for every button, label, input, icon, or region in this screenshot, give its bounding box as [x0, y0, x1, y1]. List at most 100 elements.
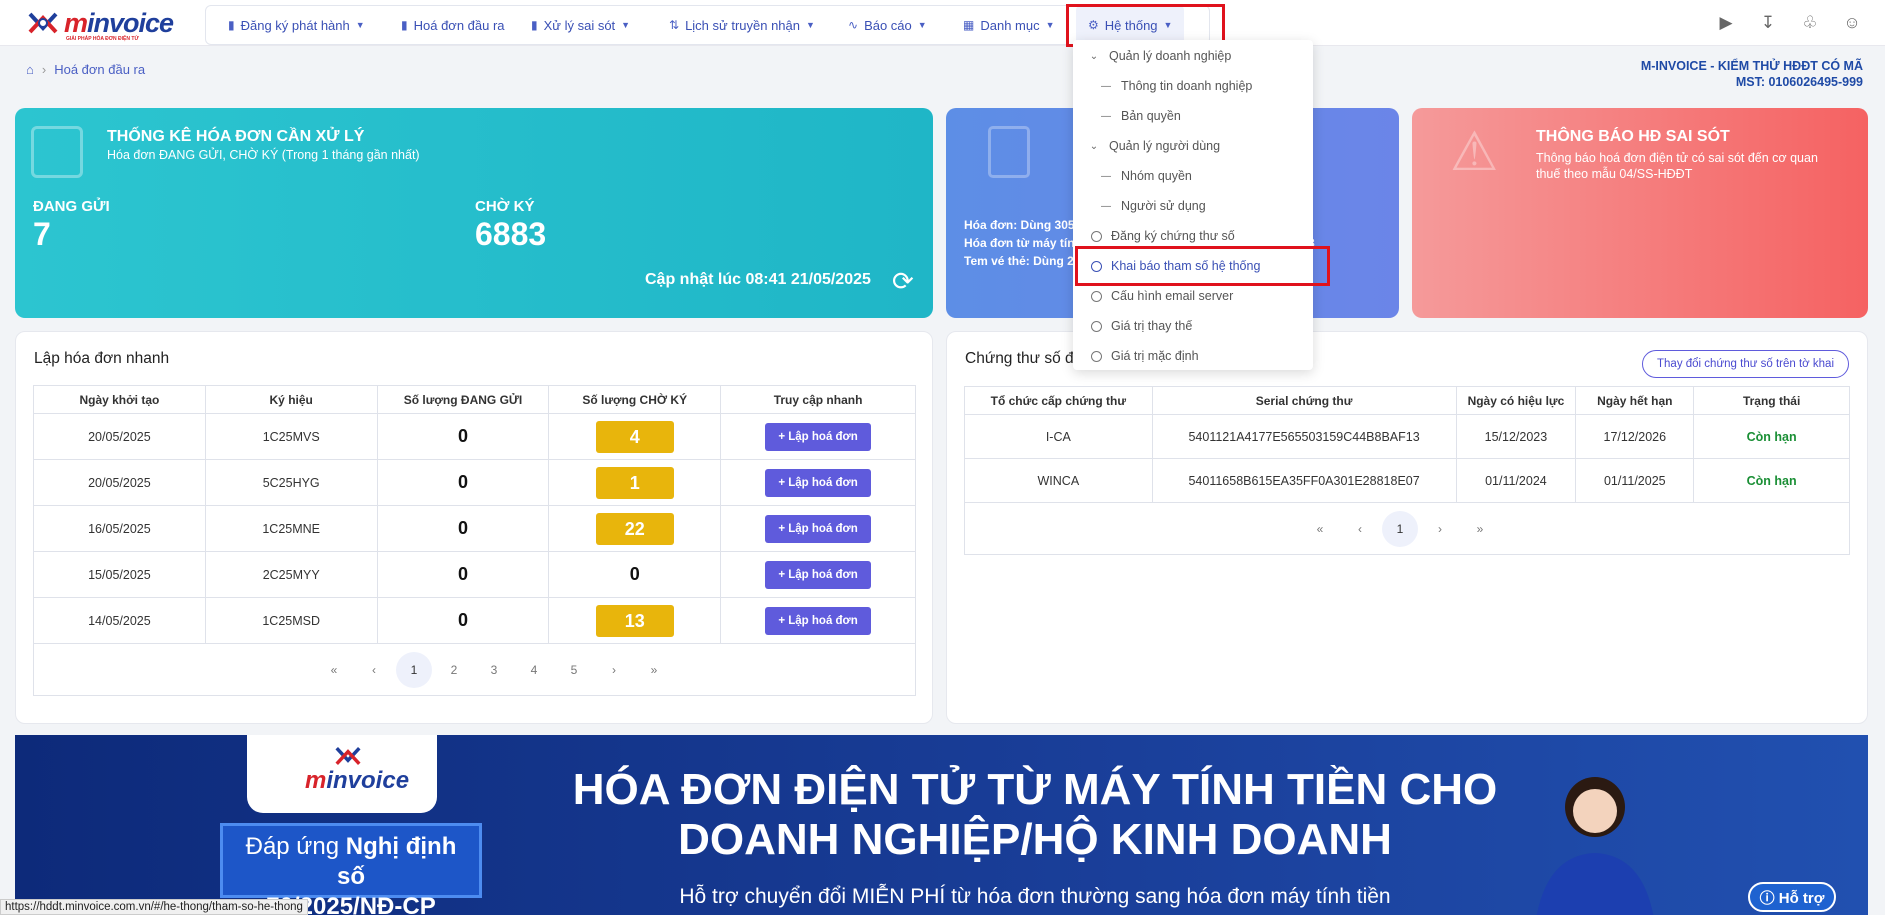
cell-status: Còn hạn [1693, 414, 1850, 459]
pager-page-3[interactable]: 3 [474, 653, 514, 687]
youtube-icon[interactable]: ▶ [1715, 12, 1737, 34]
col-header: Serial chứng thư [1151, 386, 1457, 415]
sending-value[interactable]: 7 [33, 216, 51, 253]
cell-date: 14/05/2025 [33, 597, 206, 644]
table-row: 20/05/2025 5C25HYG 0 1 + Lập hoá đơn [33, 459, 916, 506]
warning-card[interactable]: ⚠ THÔNG BÁO HĐ SAI SÓT Thông báo hoá đơn… [1412, 108, 1868, 318]
circle-icon [1091, 290, 1102, 302]
menu-label: Đăng ký chứng thư số [1111, 229, 1235, 243]
menu-group-quan-ly-nguoi-dung[interactable]: ⌄ Quản lý người dùng [1073, 132, 1313, 160]
nav-danh-muc[interactable]: ▦ Danh mục ▼ [963, 6, 1055, 44]
table-row: 16/05/2025 1C25MNE 0 22 + Lập hoá đơn [33, 505, 916, 552]
pager-page-1[interactable]: 1 [1382, 511, 1418, 547]
decree-line-1: Đáp ứng Nghị định số [245, 833, 457, 890]
cell-pending: 0 [548, 551, 722, 598]
menu-item-gia-tri-thay-the[interactable]: Giá trị thay thế [1073, 312, 1313, 340]
updated-time: Cập nhật lúc 08:41 21/05/2025 [645, 271, 871, 288]
change-certificate-button[interactable]: Thay đổi chứng thư số trên tờ khai [1642, 350, 1849, 378]
cell-date: 15/05/2025 [33, 551, 206, 598]
pager-first[interactable]: « [314, 653, 354, 687]
nav-label: Lịch sử truyền nhận [685, 17, 800, 33]
table-row[interactable]: WINCA 54011658B615EA35FF0A301E28818E07 0… [964, 458, 1850, 503]
menu-item-nguoi-su-dung[interactable]: — Người sử dụng [1073, 192, 1313, 220]
pager-page-4[interactable]: 4 [514, 653, 554, 687]
table-header-row: Tổ chức cấp chứng thư Serial chứng thư N… [964, 386, 1850, 415]
table-row[interactable]: I-CA 5401121A4177E565503159C44B8BAF13 15… [964, 414, 1850, 459]
banner-subheadline: Hỗ trợ chuyển đổi MIỄN PHÍ từ hóa đơn th… [679, 885, 1391, 908]
nav-xu-ly-sai-sot[interactable]: ▮ Xử lý sai sót ▼ [531, 6, 630, 44]
pager-next[interactable]: › [1420, 512, 1460, 546]
pager-page-5[interactable]: 5 [554, 653, 594, 687]
user-icon[interactable]: ☺ [1841, 12, 1863, 34]
bell-icon[interactable]: ♧ [1799, 12, 1821, 34]
cell-action: + Lập hoá đơn [720, 505, 916, 552]
pager-next[interactable]: › [594, 653, 634, 687]
breadcrumb-current[interactable]: Hoá đơn đầu ra [54, 62, 145, 77]
cell-symbol: 1C25MVS [204, 413, 378, 460]
pending-badge[interactable]: 13 [595, 604, 674, 637]
cell-action: + Lập hoá đơn [720, 413, 916, 460]
create-invoice-button[interactable]: + Lập hoá đơn [765, 606, 872, 635]
cell-symbol: 2C25MYY [204, 551, 378, 598]
certificate-title: Chứng thư số đ [965, 350, 1074, 367]
menu-item-nhom-quyen[interactable]: — Nhóm quyền [1073, 162, 1313, 190]
pager-prev[interactable]: ‹ [1340, 512, 1380, 546]
menu-item-gia-tri-mac-dinh[interactable]: Giá trị mặc định [1073, 342, 1313, 370]
company-tax: MST: 0106026495-999 [1735, 75, 1863, 89]
cell-pending: 13 [548, 597, 722, 644]
menu-item-cau-hinh-email-server[interactable]: Cấu hình email server [1073, 282, 1313, 310]
nav-dang-ky-phat-hanh[interactable]: ▮ Đăng ký phát hành ▼ [228, 6, 365, 44]
pager-first[interactable]: « [1300, 512, 1340, 546]
menu-item-thong-tin-doanh-nghiep[interactable]: — Thông tin doanh nghiệp [1073, 72, 1313, 100]
pager-cell: « ‹ 1 2 3 4 5 › » [33, 643, 916, 696]
home-icon[interactable]: ⌂ [26, 62, 34, 77]
refresh-icon[interactable]: ⟳ [892, 266, 914, 297]
cell-date: 16/05/2025 [33, 505, 206, 552]
create-invoice-button[interactable]: + Lập hoá đơn [765, 422, 872, 451]
chevron-down-icon: ▼ [917, 20, 927, 30]
nav-hoa-don-dau-ra[interactable]: ▮ Hoá đơn đầu ra [401, 6, 505, 44]
top-icons: ▶ ↧ ♧ ☺ [1715, 12, 1863, 34]
pending-badge[interactable]: 4 [595, 420, 674, 453]
logo-tagline: GIẢI PHÁP HÓA ĐƠN ĐIỆN TỬ [66, 36, 139, 42]
col-header: Số lượng CHỜ KÝ [548, 385, 722, 414]
status-bar-url: https://hddt.minvoice.com.vn/#/he-thong/… [0, 899, 308, 915]
cell-serial: 54011658B615EA35FF0A301E28818E07 [1151, 458, 1457, 503]
menu-label: Quản lý doanh nghiệp [1109, 49, 1232, 63]
nav-label: Xử lý sai sót [543, 17, 616, 33]
menu-label: Giá trị thay thế [1111, 319, 1193, 333]
app-logo[interactable]: minvoice GIẢI PHÁP HÓA ĐƠN ĐIỆN TỬ [26, 6, 174, 42]
col-header: Ngày có hiệu lực [1455, 386, 1577, 415]
help-button[interactable]: ⓘ Hỗ trợ [1748, 882, 1836, 912]
pager-page-2[interactable]: 2 [434, 653, 474, 687]
dash-icon: — [1101, 170, 1111, 182]
file-icon: ▮ [401, 18, 408, 32]
pending-value[interactable]: 6883 [475, 216, 546, 253]
nav-lich-su-truyen-nhan[interactable]: ⇅ Lịch sử truyền nhận ▼ [669, 6, 815, 44]
pending-badge[interactable]: 1 [595, 466, 674, 499]
pager-last[interactable]: » [1460, 512, 1500, 546]
menu-item-ban-quyen[interactable]: — Bản quyền [1073, 102, 1313, 130]
sending-count: 0 [457, 564, 468, 584]
person-image [1536, 777, 1654, 915]
pager-last[interactable]: » [634, 653, 674, 687]
col-header: Trạng thái [1693, 386, 1850, 415]
sending-label: ĐANG GỬI [33, 198, 110, 215]
create-invoice-button[interactable]: + Lập hoá đơn [765, 468, 872, 497]
create-invoice-button[interactable]: + Lập hoá đơn [765, 560, 872, 589]
book-icon [988, 126, 1030, 178]
banner-headline-2: DOANH NGHIỆP/HỘ KINH DOANH [678, 815, 1392, 864]
nav-bao-cao[interactable]: ∿ Báo cáo ▼ [848, 6, 927, 44]
col-header: Ký hiệu [204, 385, 378, 414]
cell-pending: 1 [548, 459, 722, 506]
pager-prev[interactable]: ‹ [354, 653, 394, 687]
create-invoice-button[interactable]: + Lập hoá đơn [765, 514, 872, 543]
promo-banner[interactable]: minvoice Đáp ứng Nghị định số 70/2025/NĐ… [15, 735, 1868, 915]
quick-invoice-title: Lập hóa đơn nhanh [34, 350, 170, 367]
cell-to: 01/11/2025 [1575, 458, 1695, 503]
pending-badge[interactable]: 22 [595, 512, 674, 545]
pager-page-1[interactable]: 1 [396, 652, 432, 688]
menu-group-quan-ly-doanh-nghiep[interactable]: ⌄ Quản lý doanh nghiệp [1073, 42, 1313, 70]
sending-count: 0 [457, 426, 468, 446]
download-icon[interactable]: ↧ [1757, 12, 1779, 34]
